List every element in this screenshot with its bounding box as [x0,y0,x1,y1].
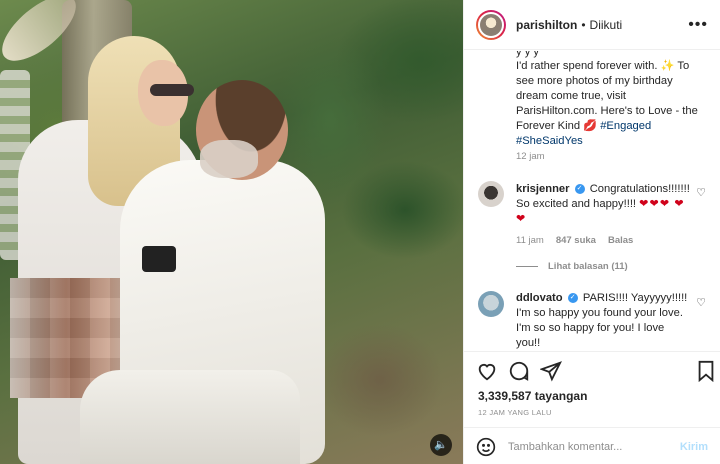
sunglasses [150,84,194,96]
avatar [478,11,504,38]
avatar[interactable] [478,291,504,317]
hashtag-engaged[interactable]: #Engaged [600,120,651,132]
comment-input[interactable] [508,440,680,453]
post-media[interactable]: 🔈 [0,0,463,464]
speaker-icon[interactable]: 🔈 [430,434,452,456]
author-avatar[interactable] [476,9,506,40]
hashtag-shesaidyes[interactable]: #SheSaidYes [516,135,583,147]
avatar[interactable] [478,181,504,207]
comment-meta: 11 jam 847 suka Balas [516,235,633,246]
comment-icon[interactable] [508,360,530,382]
comments-area[interactable]: y y y I'd rather spend forever with. ✨ T… [464,51,720,350]
post-header: parishilton • Diikuti ••• [464,0,720,50]
reply-button[interactable]: Balas [608,235,633,246]
action-icons [476,360,714,384]
caption-timestamp[interactable]: 12 jam [516,151,545,162]
lace-glove [200,140,258,178]
share-icon[interactable] [540,360,562,382]
actions-section: 3,339,587 tayangan 12 JAM YANG LALU Kiri… [464,351,720,464]
bookmark-icon[interactable] [696,360,716,382]
heart-icon[interactable]: ♡ [696,186,706,199]
comment-time[interactable]: 11 jam [516,235,544,246]
verified-icon: ✓ [574,184,585,195]
post-date: 12 JAM YANG LALU [478,408,552,417]
comment-text: ddlovato ✓ PARIS!!!! Yayyyyy!!!!! I'm so… [516,291,691,350]
add-comment-bar: Kirim [464,427,720,464]
divider [516,266,538,267]
man-legs [80,370,300,464]
separator-dot: • [581,17,586,32]
view-replies-label: Lihat balasan (11) [548,261,628,272]
comment-username[interactable]: ddlovato [516,292,563,304]
comment-text: krisjenner ✓ Congratulations!!!!!!! So e… [516,182,691,227]
more-icon[interactable]: ••• [688,16,708,34]
view-count[interactable]: 3,339,587 tayangan [478,389,587,403]
heart-icon[interactable]: ♡ [696,296,706,309]
emoji-icon[interactable] [476,437,496,457]
author-username[interactable]: parishilton [516,18,577,32]
ring-box [142,246,176,272]
post-caption: y y y I'd rather spend forever with. ✨ T… [516,51,706,149]
heart-icon[interactable] [476,360,498,382]
caption-partial-line: y y y [516,51,539,58]
comment-likes[interactable]: 847 suka [556,235,596,246]
follow-button[interactable]: Diikuti [590,18,623,32]
post-panel: parishilton • Diikuti ••• y y y I'd rath… [463,0,720,464]
verified-icon: ✓ [567,293,578,304]
post-comment-button[interactable]: Kirim [680,441,708,453]
view-replies-button[interactable]: Lihat balasan (11) [516,261,628,272]
comment-username[interactable]: krisjenner [516,183,569,195]
